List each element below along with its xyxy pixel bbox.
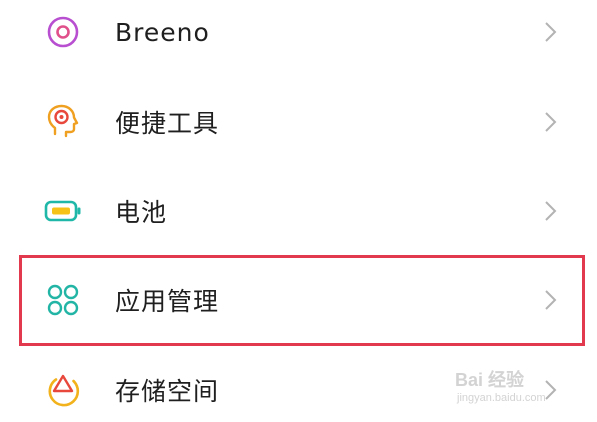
battery-icon [44,192,82,230]
app-management-icon [44,281,82,319]
chevron-right-icon [545,22,557,42]
settings-item-label: 便捷工具 [115,109,220,138]
settings-item-label: 存储空间 [115,377,220,406]
settings-item-convenience-tools[interactable]: 便捷工具 [0,77,597,167]
breeno-icon [44,13,82,51]
settings-item-breeno[interactable]: Breeno [0,0,597,77]
settings-list: Breeno 便捷工具 电池 应用管理 存储空间 Bai 经验 jingyan.… [0,0,597,422]
settings-item-label: 电池 [115,198,168,227]
chevron-right-icon [545,290,557,310]
settings-item-storage[interactable]: 存储空间 [0,345,597,422]
settings-item-battery[interactable]: 电池 [0,166,597,256]
chevron-right-icon [545,201,557,221]
chevron-right-icon [545,380,557,400]
settings-item-label: 应用管理 [115,287,220,316]
chevron-right-icon [545,112,557,132]
settings-item-app-management[interactable]: 应用管理 [0,255,597,345]
storage-icon [44,371,82,409]
settings-item-label: Breeno [115,17,210,47]
convenience-tools-icon [44,103,82,141]
